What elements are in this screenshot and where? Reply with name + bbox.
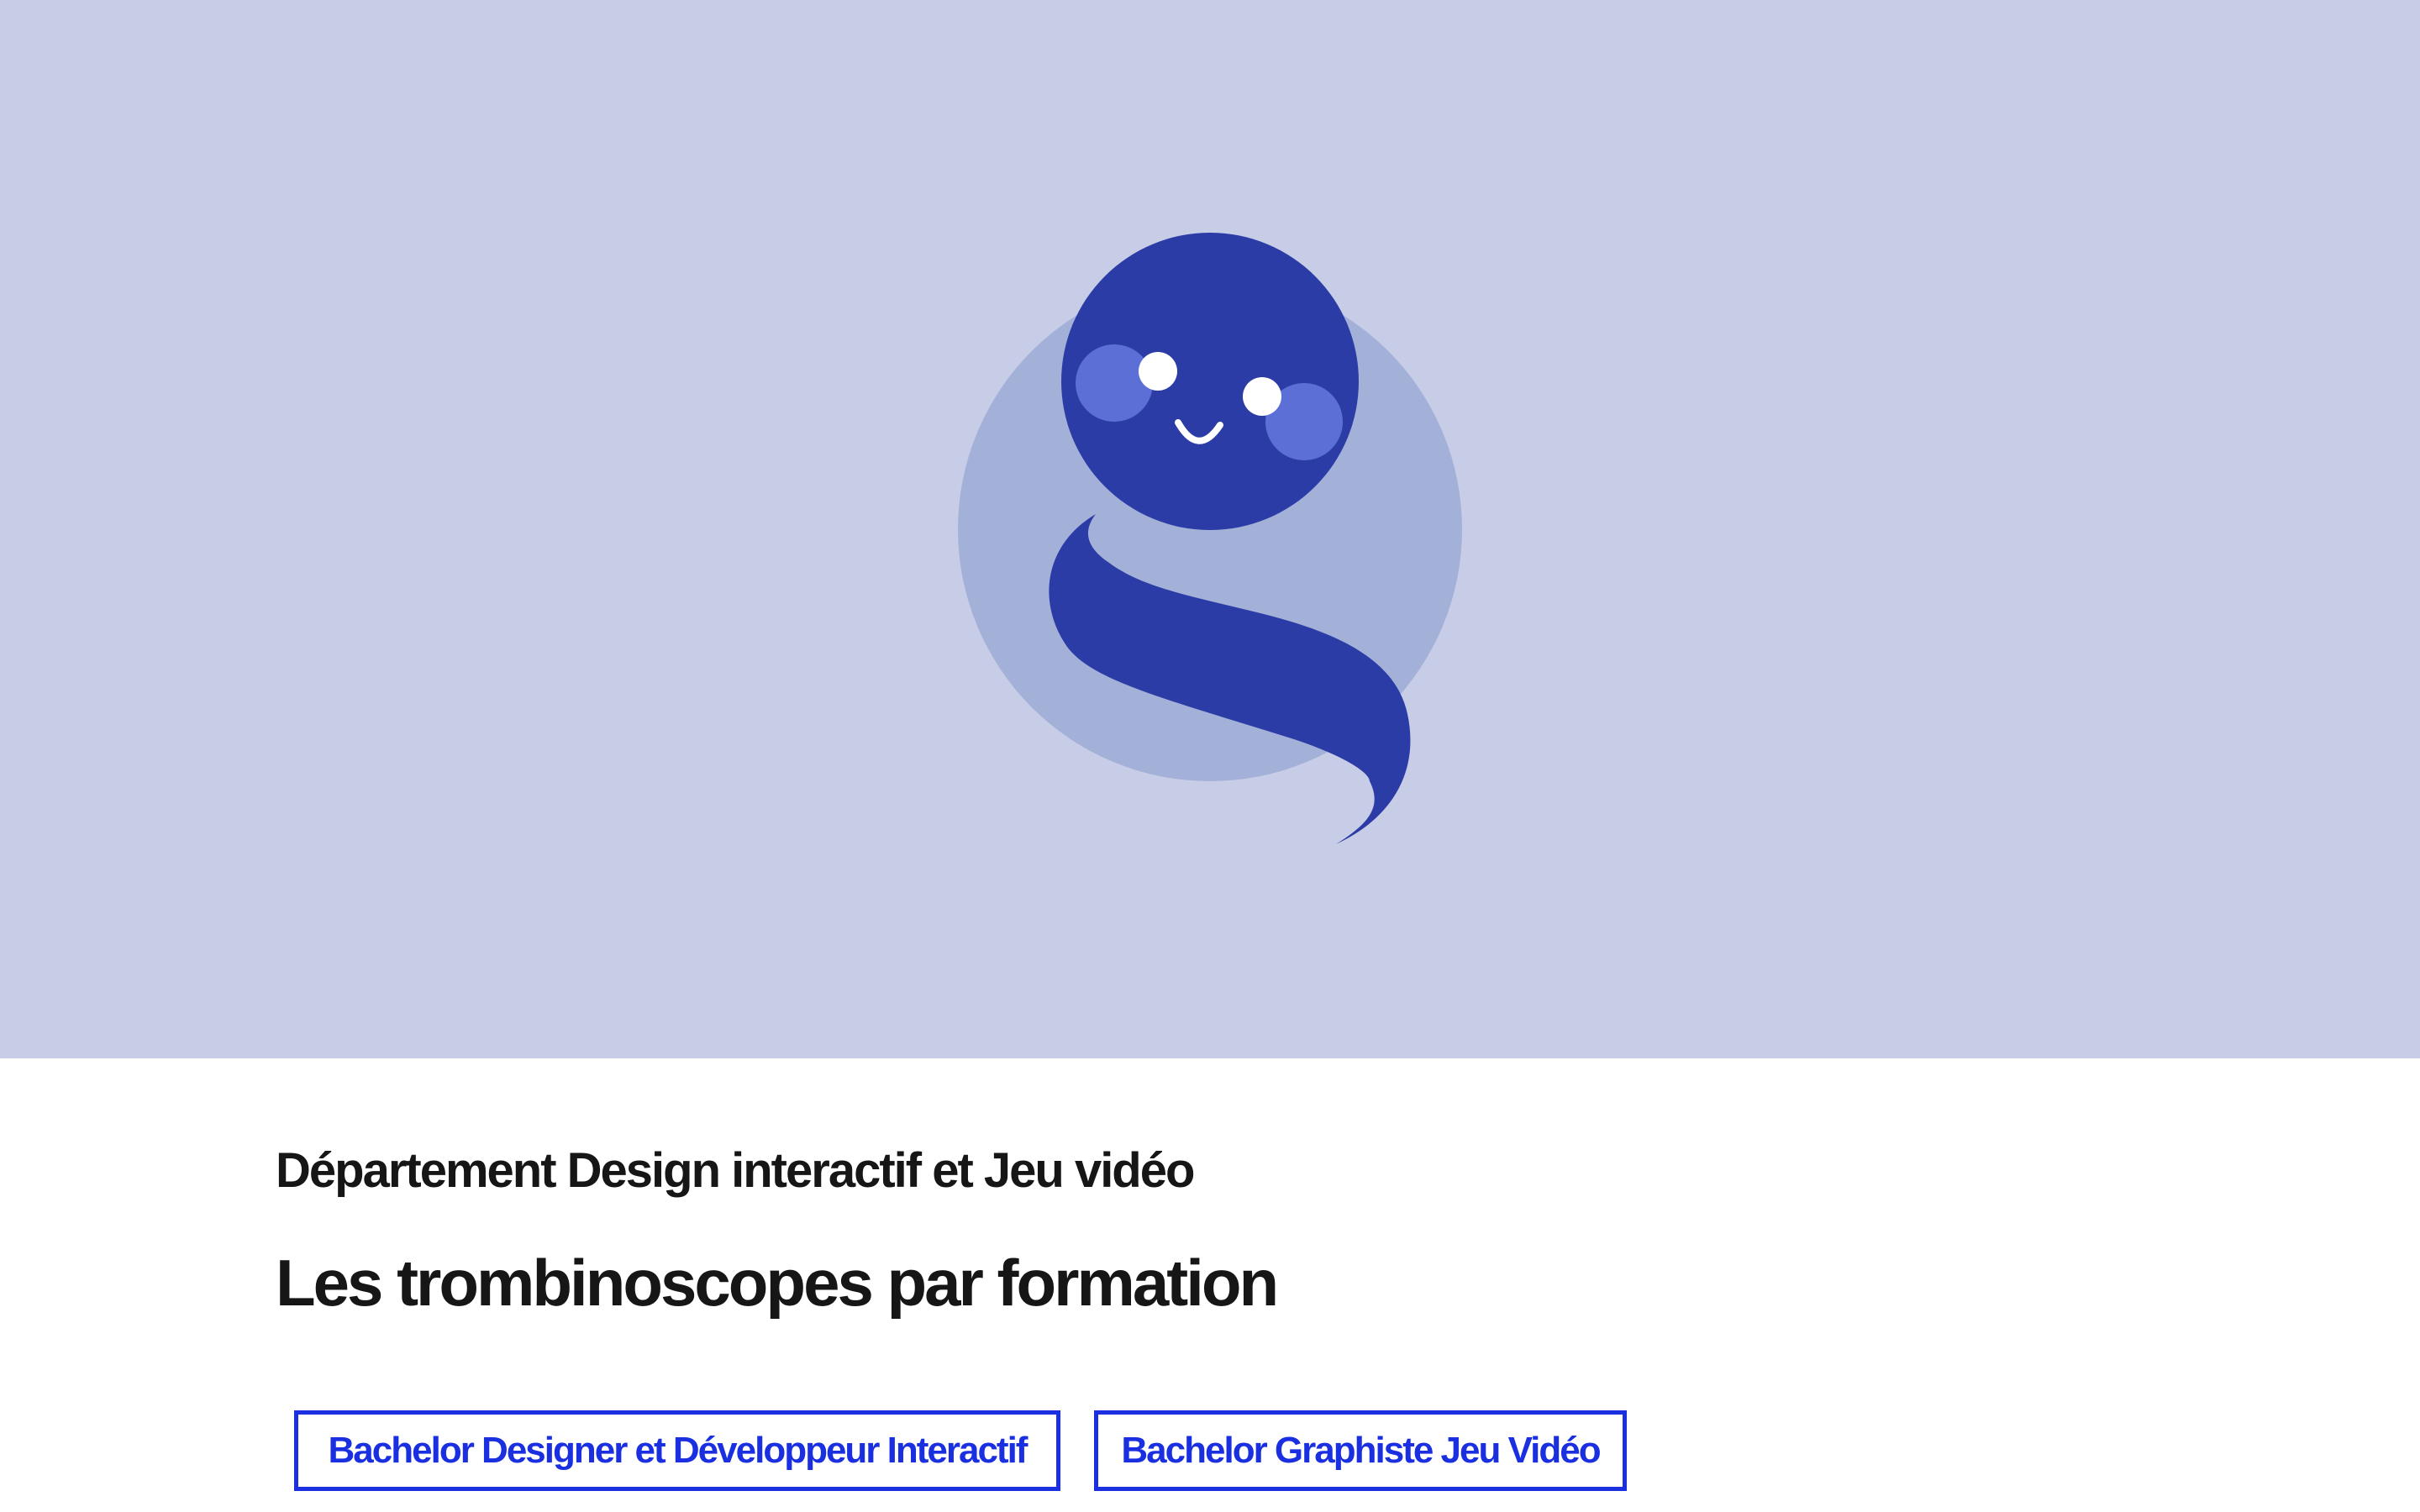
hero-banner (0, 0, 2420, 1058)
formation-button-designer-developpeur[interactable]: Bachelor Designer et Développeur Interac… (294, 1410, 1060, 1491)
department-heading: Département Design interactif et Jeu vid… (276, 1143, 1195, 1198)
page-title: Les trombinoscopes par formation (276, 1246, 1279, 1320)
mascot-eye-right (1243, 377, 1281, 416)
mascot-icon (958, 233, 1462, 844)
formations-section: Département Design interactif et Jeu vid… (276, 1058, 2124, 1512)
formation-button-graphiste-jeu-video[interactable]: Bachelor Graphiste Jeu Vidéo (1094, 1410, 1627, 1491)
mascot-cheek-left (1076, 344, 1153, 422)
mascot-eye-left (1139, 352, 1177, 391)
